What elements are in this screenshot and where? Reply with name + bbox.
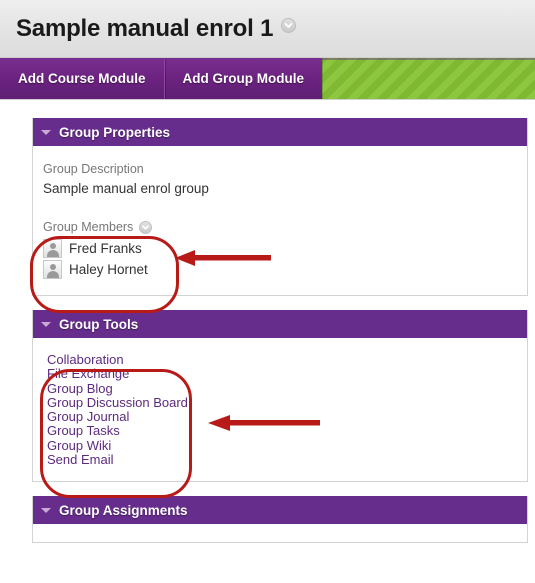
list-item[interactable]: Haley Hornet xyxy=(43,260,513,279)
caret-down-icon[interactable] xyxy=(41,321,51,327)
member-name: Fred Franks xyxy=(69,241,142,256)
tool-link-send-email[interactable]: Send Email xyxy=(47,452,513,467)
panel-title: Group Assignments xyxy=(59,502,188,518)
panel-title: Group Properties xyxy=(59,124,171,140)
group-members-label: Group Members xyxy=(43,220,134,234)
panel-body-group-assignments xyxy=(33,524,527,542)
panel-group-tools: Group Tools Collaboration File Exchange … xyxy=(32,310,528,483)
page-header: Sample manual enrol 1 xyxy=(0,0,535,58)
caret-down-icon[interactable] xyxy=(41,129,51,135)
panel-group-properties: Group Properties Group Description Sampl… xyxy=(32,118,528,296)
action-bar: Add Course Module Add Group Module xyxy=(0,58,535,100)
tab-group: Add Course Module Add Group Module xyxy=(0,58,322,99)
user-avatar-icon xyxy=(43,260,62,279)
tab-add-group-module[interactable]: Add Group Module xyxy=(163,58,322,99)
chevron-down-circle-icon[interactable] xyxy=(281,18,297,33)
panel-header-group-tools[interactable]: Group Tools xyxy=(33,310,527,338)
tool-link-group-journal[interactable]: Group Journal xyxy=(47,409,513,424)
tool-link-group-blog[interactable]: Group Blog xyxy=(47,381,513,396)
panel-group-assignments: Group Assignments xyxy=(32,496,528,544)
group-description-label: Group Description xyxy=(43,162,144,176)
content-area: Group Properties Group Description Sampl… xyxy=(0,100,535,544)
panel-body-group-properties: Group Description Sample manual enrol gr… xyxy=(33,146,527,295)
user-avatar-icon xyxy=(43,239,62,258)
group-members-header: Group Members xyxy=(43,220,513,234)
member-name: Haley Hornet xyxy=(69,262,148,277)
tool-link-collaboration[interactable]: Collaboration xyxy=(47,352,513,367)
tool-link-group-tasks[interactable]: Group Tasks xyxy=(47,424,513,439)
group-description-value: Sample manual enrol group xyxy=(43,181,209,196)
panel-body-group-tools: Collaboration File Exchange Group Blog G… xyxy=(33,338,527,481)
group-members-block: Group Members Fred Franks Haley Hornet xyxy=(43,220,513,279)
tool-link-group-wiki[interactable]: Group Wiki xyxy=(47,438,513,453)
page-title: Sample manual enrol 1 xyxy=(16,14,274,42)
tool-link-file-exchange[interactable]: File Exchange xyxy=(47,366,513,381)
panel-header-group-properties[interactable]: Group Properties xyxy=(33,118,527,146)
chevron-down-circle-icon[interactable] xyxy=(139,220,153,234)
tool-link-group-discussion-board[interactable]: Group Discussion Board xyxy=(47,395,513,410)
caret-down-icon[interactable] xyxy=(41,507,51,513)
group-tools-list: Collaboration File Exchange Group Blog G… xyxy=(43,349,513,469)
panel-title: Group Tools xyxy=(59,316,139,332)
panel-header-group-assignments[interactable]: Group Assignments xyxy=(33,496,527,525)
list-item[interactable]: Fred Franks xyxy=(43,239,513,258)
tab-add-course-module[interactable]: Add Course Module xyxy=(0,58,164,99)
